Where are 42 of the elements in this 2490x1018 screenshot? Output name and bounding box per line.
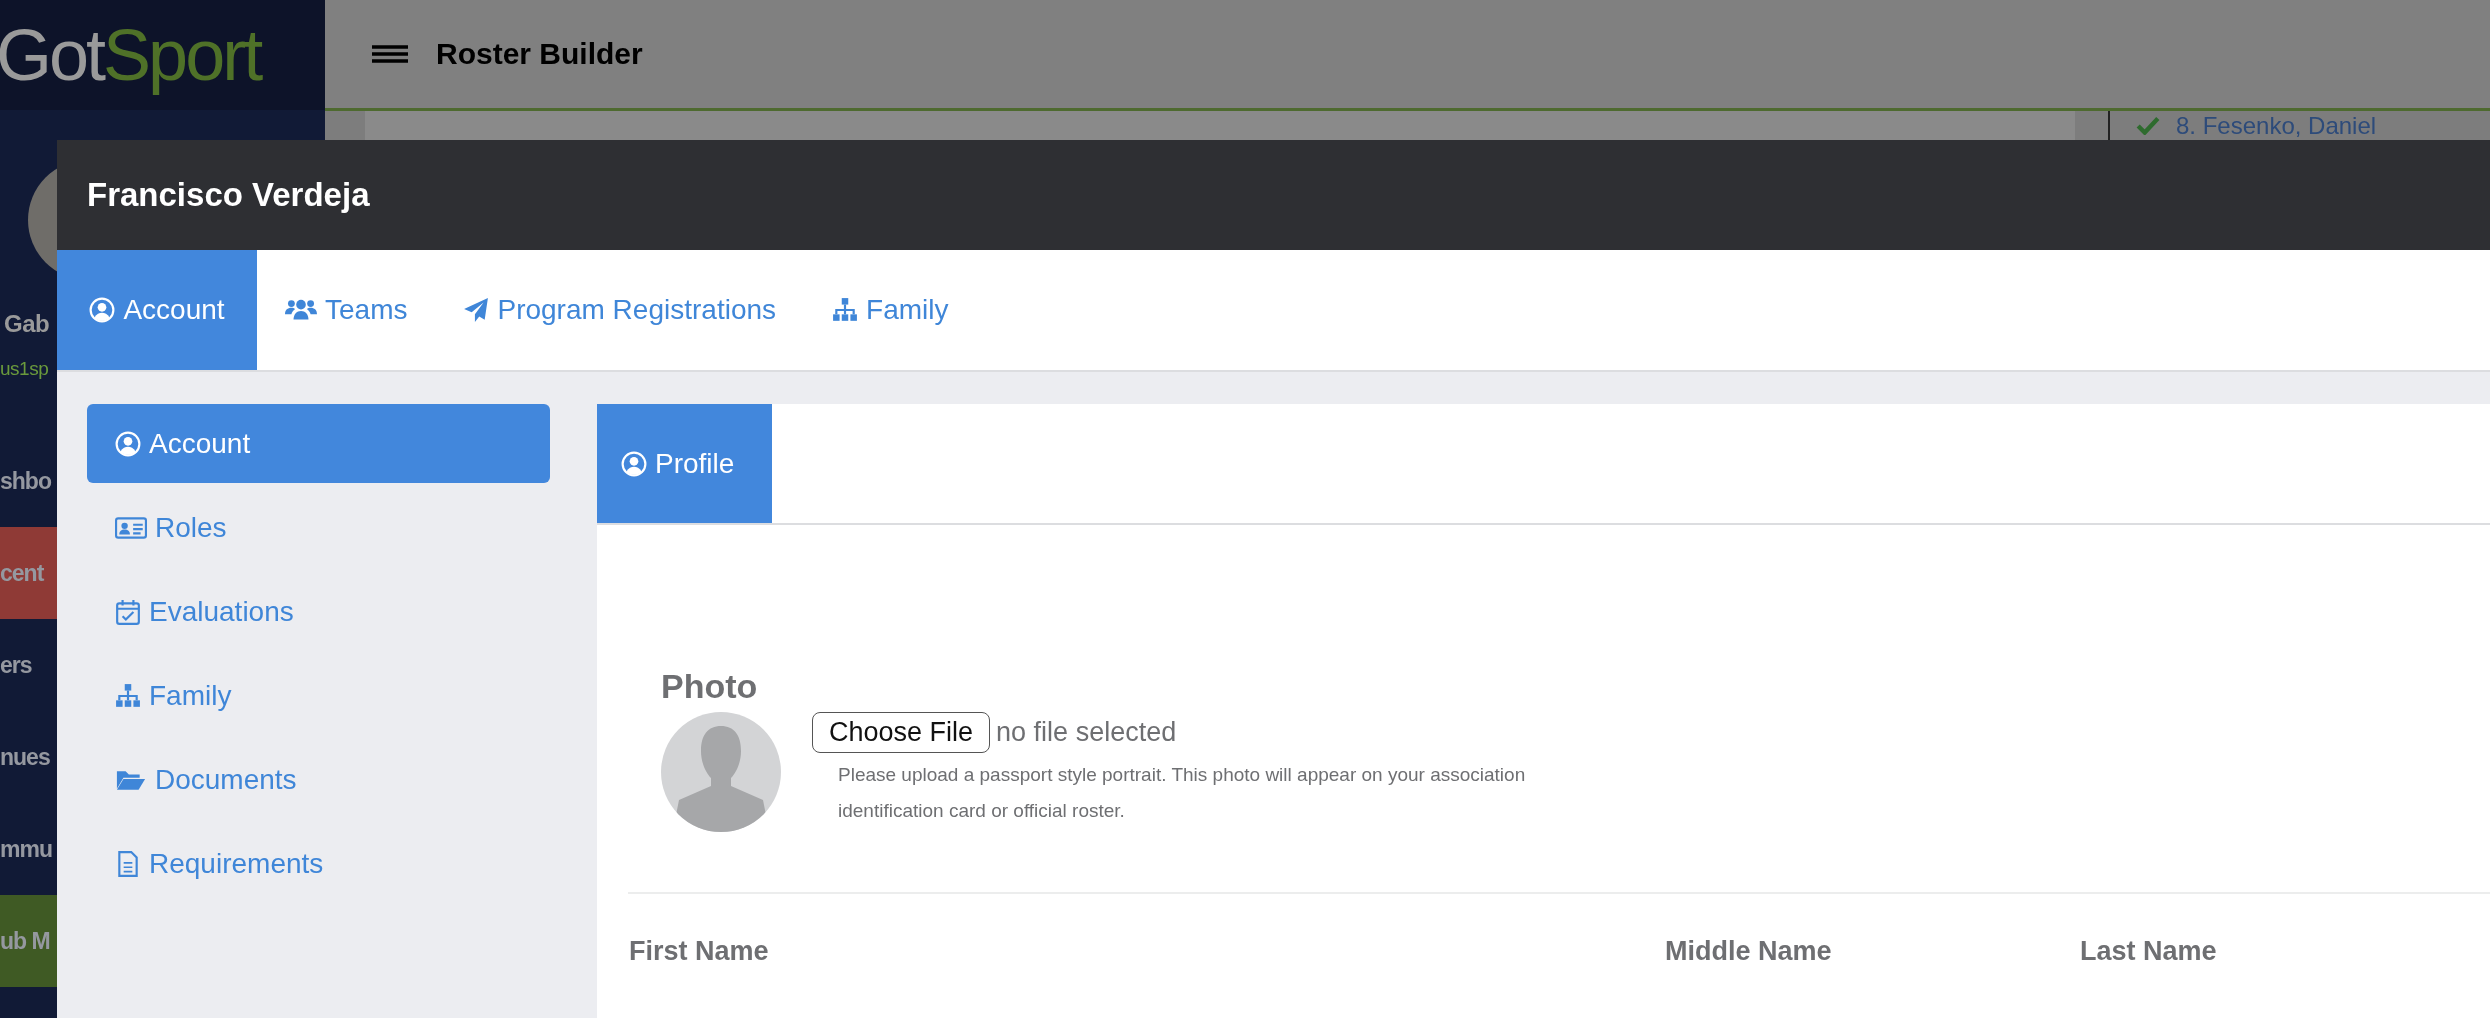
sidebar-item[interactable]: mmu	[0, 803, 57, 895]
tab[interactable]: Teams	[257, 250, 436, 370]
sidebar-item[interactable]: ers	[0, 619, 57, 711]
nav-item[interactable]: Account	[87, 404, 550, 483]
check-icon	[2136, 116, 2160, 135]
tab[interactable]: Profile	[597, 404, 772, 523]
nav-item[interactable]: Documents	[87, 740, 550, 819]
user-circle-icon	[115, 430, 141, 457]
user-circle-icon	[89, 297, 116, 323]
choose-file-button[interactable]: Choose File	[812, 712, 991, 753]
sitemap-icon	[832, 297, 859, 323]
nav-item[interactable]: Requirements	[87, 824, 550, 903]
field-label: Last Name	[2080, 936, 2218, 967]
roster-entry[interactable]: 8. Fesenko, Daniel	[2176, 111, 2377, 140]
field-label: First Name	[629, 936, 770, 967]
file-status: no file selected	[996, 717, 1177, 748]
field-label: Middle Name	[1665, 936, 1833, 967]
help-text: Please upload a passport style portrait. This photo will appear on your association identification card or official roster.	[838, 763, 1527, 823]
tab[interactable]: Family	[804, 250, 977, 370]
document-icon	[115, 850, 141, 877]
logo[interactable]: GotSport	[0, 0, 325, 110]
tab[interactable]: Account	[57, 250, 257, 370]
photo-label: Photo	[661, 667, 759, 706]
nav-item[interactable]: Family	[87, 656, 550, 735]
user-name: Gab	[3, 309, 51, 339]
nav-item[interactable]: Roles	[87, 488, 550, 567]
id-card-icon	[115, 514, 147, 541]
calendar-check-icon	[115, 598, 141, 625]
sidebar-item[interactable]: nues	[0, 711, 57, 803]
user-circle-icon	[621, 450, 647, 477]
username: us1sp	[0, 357, 50, 381]
users-icon	[285, 297, 317, 323]
nav-item[interactable]: Evaluations	[87, 572, 550, 651]
sidebar-item[interactable]: cent	[0, 527, 57, 619]
page-title: Roster Builder	[436, 37, 643, 71]
paper-plane-icon	[463, 297, 490, 323]
sidebar-item[interactable]: shbo	[0, 435, 57, 527]
tab[interactable]: Program Registrations	[435, 250, 805, 370]
sidebar-item[interactable]: ub M	[0, 895, 57, 987]
sitemap-icon	[115, 682, 141, 709]
menu-icon[interactable]	[370, 42, 410, 66]
modal-title: Francisco Verdeja	[87, 176, 370, 214]
